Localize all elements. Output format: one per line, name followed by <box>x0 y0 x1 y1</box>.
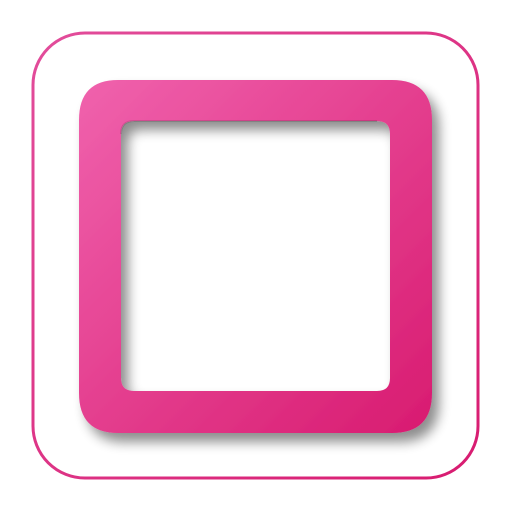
app-icon-canvas <box>0 0 512 512</box>
rounded-square-outline-icon <box>31 31 480 480</box>
